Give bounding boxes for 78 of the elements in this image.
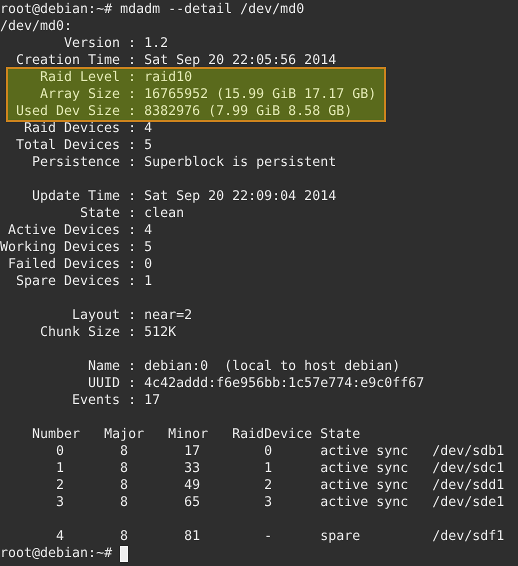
field-label: Raid Level : xyxy=(39,69,136,86)
field-value: debian:0 (local to host debian) xyxy=(144,358,400,375)
field-value: 512K xyxy=(144,324,176,341)
field-label: Persistence : xyxy=(31,154,136,171)
table-cell-text: active sync xyxy=(320,477,410,494)
field-value: 5 xyxy=(144,239,152,256)
field-label: Array Size : xyxy=(39,86,136,103)
table-cell-text: 3 xyxy=(55,494,64,511)
field-value: Sat Sep 20 22:09:04 2014 xyxy=(144,188,336,205)
table-cell-text: 8 xyxy=(119,494,128,511)
field-label: Events : xyxy=(71,392,136,409)
field-value: 16765952 (15.99 GiB 17.17 GB) xyxy=(144,86,376,103)
field-label: Spare Devices : xyxy=(14,273,136,290)
column-header: RaidDevice xyxy=(232,426,314,443)
table-cell-text: active sync xyxy=(320,460,410,477)
field-value: 17 xyxy=(144,392,160,409)
table-cell-text: 3 xyxy=(263,494,272,511)
column-header: Major xyxy=(104,426,146,443)
shell-prompt: root@debian:~# xyxy=(0,545,112,562)
table-cell-text: active sync xyxy=(320,443,410,460)
field-label: UUID : xyxy=(87,375,136,392)
field-label: Chunk Size : xyxy=(39,324,136,341)
column-header: Number xyxy=(32,426,82,443)
table-cell: /dev/sdc1 xyxy=(432,460,504,477)
table-cell-text: 65 xyxy=(183,494,200,511)
field-label: Layout : xyxy=(71,307,136,324)
column-header: Minor xyxy=(168,426,210,443)
field-value: 5 xyxy=(144,137,152,154)
table-cell-text: 8 xyxy=(119,477,128,494)
table-cell-text: 0 xyxy=(263,443,272,460)
shell-prompt: root@debian:~# xyxy=(0,1,112,18)
table-cell-text: 49 xyxy=(183,477,200,494)
field-value: 1 xyxy=(144,273,152,290)
command-text: mdadm --detail /dev/md0 xyxy=(120,1,304,18)
field-value: raid10 xyxy=(144,69,192,86)
table-cell-text: active sync xyxy=(320,494,410,511)
field-label: Name : xyxy=(87,358,136,375)
table-cell-text: 17 xyxy=(183,443,200,460)
table-cell-text: - xyxy=(263,528,272,545)
field-label: Working Devices : xyxy=(0,239,136,256)
table-cell: /dev/sdd1 xyxy=(432,477,504,494)
table-cell-text: 0 xyxy=(55,443,64,460)
field-value: 4c42addd:f6e956bb:1c57e774:e9c0ff67 xyxy=(144,375,424,392)
field-value: 0 xyxy=(144,256,152,273)
table-cell-text: 2 xyxy=(263,477,272,494)
field-label: Raid Devices : xyxy=(23,120,136,137)
field-label: Creation Time : xyxy=(14,52,136,69)
table-cell-text: 1 xyxy=(263,460,272,477)
output-text: /dev/md0: xyxy=(0,18,72,35)
table-cell-text: 4 xyxy=(55,528,64,545)
table-cell-text: 8 xyxy=(119,528,128,545)
table-cell-text: spare xyxy=(320,528,362,545)
field-value: 8382976 (7.99 GiB 8.58 GB) xyxy=(144,103,352,120)
table-cell-text: 2 xyxy=(55,477,64,494)
table-cell-text: 8 xyxy=(119,460,128,477)
field-label: Used Dev Size : xyxy=(14,103,136,120)
field-value: 4 xyxy=(144,222,152,239)
field-value: Superblock is persistent xyxy=(144,154,336,171)
table-cell-text: 8 xyxy=(119,443,128,460)
field-value: 1.2 xyxy=(144,35,168,52)
table-cell: /dev/sde1 xyxy=(432,494,504,511)
field-value: clean xyxy=(144,205,184,222)
field-label: Active Devices : xyxy=(6,222,136,239)
field-value: Sat Sep 20 22:05:56 2014 xyxy=(144,52,336,69)
field-value: near=2 xyxy=(144,307,192,324)
field-label: Update Time : xyxy=(31,188,136,205)
column-header: State xyxy=(320,426,360,443)
field-label: Version : xyxy=(63,35,136,52)
table-cell: /dev/sdf1 xyxy=(432,528,504,545)
text-cursor xyxy=(120,546,128,562)
field-label: State : xyxy=(79,205,136,222)
field-label: Failed Devices : xyxy=(6,256,136,273)
table-cell-text: 33 xyxy=(183,460,200,477)
field-value: 4 xyxy=(144,120,152,137)
table-cell-text: 81 xyxy=(183,528,200,545)
field-label: Total Devices : xyxy=(14,137,136,154)
table-cell: /dev/sdb1 xyxy=(432,443,504,460)
table-cell-text: 1 xyxy=(55,460,64,477)
